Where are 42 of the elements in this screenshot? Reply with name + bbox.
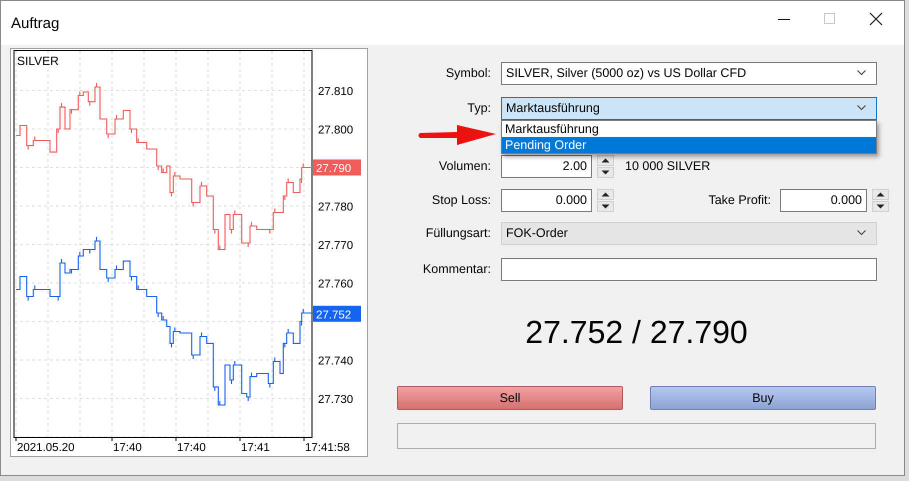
field-label: Stop Loss:: [430, 193, 491, 207]
axis-label: 27.780: [318, 202, 354, 214]
maximize-icon: [824, 13, 836, 25]
axis-label: 27.760: [318, 278, 354, 290]
axis-label: 17:40: [113, 442, 142, 454]
axis-label: 17:41: [241, 442, 270, 454]
dropdown-option[interactable]: Marktausführung: [502, 120, 876, 136]
price-tag: 27.790: [313, 160, 361, 176]
field-label: Volumen:: [438, 159, 491, 173]
axis-label: 27.730: [318, 394, 354, 406]
dropdown[interactable]: SILVER, Silver (5000 oz) vs US Dollar CFD: [501, 62, 877, 84]
field-label: Kommentar:: [422, 262, 491, 276]
number-field[interactable]: 2.00: [501, 154, 592, 178]
number-field[interactable]: 0.000: [780, 188, 867, 212]
window-title: Auftrag: [11, 14, 60, 32]
field-label: Take Profit:: [707, 193, 771, 207]
chart-title: SILVER: [17, 54, 59, 68]
comment-field[interactable]: [501, 258, 877, 280]
field-label: Füllungsart:: [424, 226, 491, 240]
price-tag: 27.752: [313, 306, 361, 322]
spin-buttons[interactable]: [597, 188, 614, 212]
dropdown-option[interactable]: Pending Order: [502, 136, 876, 152]
number-field[interactable]: 0.000: [501, 188, 592, 212]
chevron-icon: [857, 105, 866, 111]
chevron-icon: [857, 70, 866, 76]
axis-label: 17:41:58: [305, 442, 350, 454]
buy-button[interactable]: Buy: [650, 386, 876, 410]
axis-label: 27.800: [318, 124, 354, 136]
axis-label: 27.810: [318, 86, 354, 98]
field-label: Symbol:: [444, 66, 491, 80]
axis-label: 27.770: [318, 240, 354, 252]
volume-note: 10 000 SILVER: [625, 159, 710, 173]
sell-button[interactable]: Sell: [397, 386, 623, 410]
axis-label: 27.740: [318, 356, 354, 368]
chevron-icon: [857, 230, 866, 236]
price-display: 27.752 / 27.790: [524, 313, 749, 352]
spin-buttons[interactable]: [872, 188, 889, 212]
close-icon: [869, 12, 883, 26]
axis-label: 17:40: [177, 442, 206, 454]
axis-label: 2021.05.20: [17, 442, 75, 454]
field-label: Typ:: [466, 101, 491, 115]
spin-buttons[interactable]: [597, 154, 614, 178]
